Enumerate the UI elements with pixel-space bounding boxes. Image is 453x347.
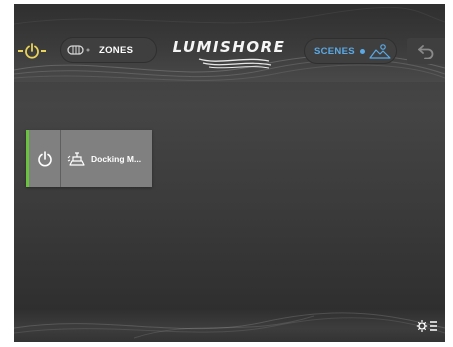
top-bar: ZONES LUMISHORE SCENES: [14, 4, 445, 82]
scenes-button[interactable]: SCENES: [304, 38, 397, 64]
power-dash-left: [17, 49, 23, 52]
brand-logo-text: LUMISHORE: [172, 38, 286, 56]
brand-logo-waves: [198, 58, 272, 69]
power-icon: [24, 42, 40, 59]
settings-menu-icon: [416, 318, 438, 334]
scenes-label: SCENES: [314, 45, 355, 57]
back-arrow-icon: [417, 43, 435, 59]
app-screen: ZONES LUMISHORE SCENES Docking M...: [14, 4, 445, 342]
scenes-icon: [369, 43, 391, 59]
brand-logo: LUMISHORE: [169, 38, 289, 74]
zone-info[interactable]: Docking M...: [61, 130, 152, 187]
power-dash-right: [40, 49, 46, 52]
zone-power-button[interactable]: [29, 130, 61, 187]
zones-label: ZONES: [99, 44, 134, 56]
zones-button[interactable]: ZONES: [60, 37, 157, 63]
zone-name: Docking M...: [91, 153, 142, 164]
bottom-wave-decoration: [14, 312, 445, 339]
zone-card-docking[interactable]: Docking M...: [26, 130, 152, 187]
master-power-button[interactable]: [14, 37, 49, 64]
bottom-bar: [14, 308, 445, 342]
back-button[interactable]: [407, 38, 445, 64]
zones-light-icon: [67, 44, 93, 56]
scenes-indicator-dot: [359, 48, 365, 54]
boat-icon: [67, 150, 87, 168]
power-icon: [37, 150, 53, 167]
settings-button[interactable]: [415, 316, 439, 336]
